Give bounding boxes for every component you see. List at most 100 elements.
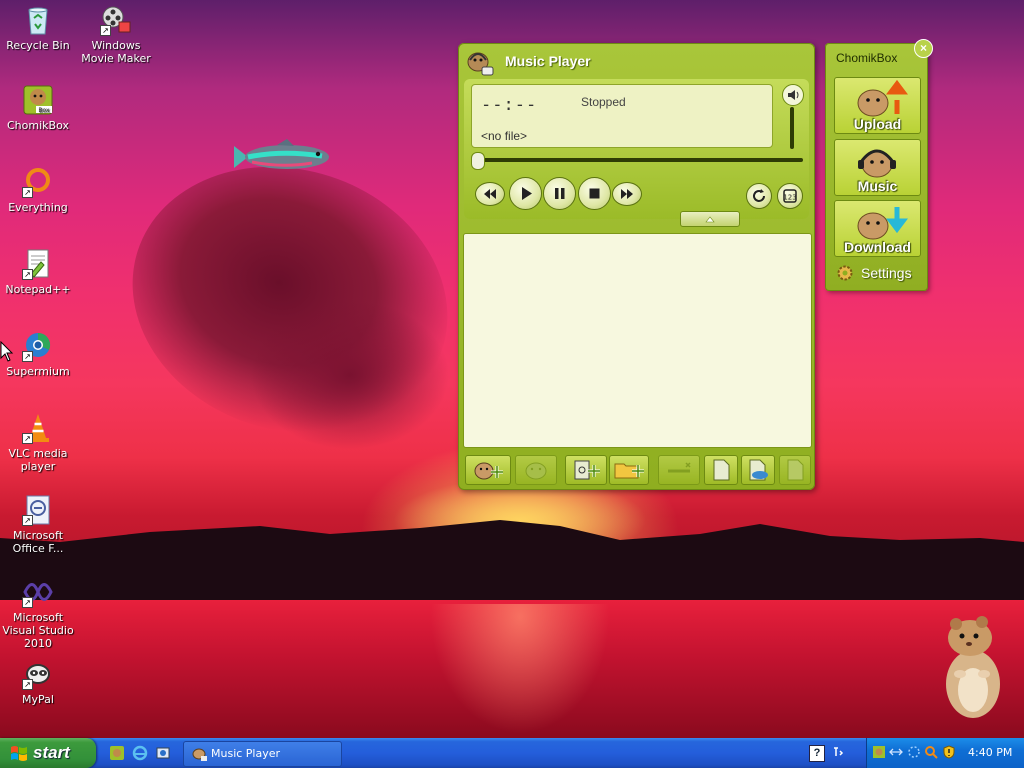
rewind-button[interactable] xyxy=(475,182,505,206)
everything-tray-icon[interactable] xyxy=(924,745,938,759)
vlc-cone-icon: ↗ xyxy=(22,412,54,444)
desktop-icon-mypal[interactable]: ↗ MyPal xyxy=(0,658,76,706)
upload-button[interactable]: Upload xyxy=(834,77,921,134)
desktop-icon-vlc[interactable]: ↗ VLC media player xyxy=(0,412,76,473)
pause-button[interactable] xyxy=(543,177,576,210)
download-button[interactable]: Download xyxy=(834,200,921,257)
fast-forward-button[interactable] xyxy=(612,182,642,206)
stop-icon xyxy=(589,188,600,199)
music-player-window[interactable]: Music Player --:-- Stopped <no file> 123 xyxy=(458,43,815,490)
taskbar-button-music-player[interactable]: Music Player xyxy=(183,741,342,767)
player-title: Music Player xyxy=(505,53,591,69)
settings-label: Settings xyxy=(861,265,912,281)
shuffle-icon: 123 xyxy=(783,189,797,203)
add-file-icon xyxy=(574,460,600,480)
task-label: Music Player xyxy=(211,747,281,760)
security-shield-icon[interactable] xyxy=(942,745,956,759)
chomikbox-icon: Box xyxy=(22,84,54,116)
chevron-up-icon xyxy=(705,216,715,223)
office-document-icon: ↗ xyxy=(22,494,54,526)
player-display-area: --:-- Stopped <no file> 123 xyxy=(464,79,809,219)
desktop-icon-everything[interactable]: ↗ Everything xyxy=(0,166,76,214)
playlist-toolbar xyxy=(458,453,815,487)
close-icon: × xyxy=(919,41,927,55)
gear-icon xyxy=(837,265,853,281)
svg-text:Box: Box xyxy=(38,107,50,114)
add-folder-button[interactable] xyxy=(609,455,649,485)
close-button[interactable]: × xyxy=(914,39,933,58)
remove-item-button[interactable] xyxy=(658,455,700,485)
desktop-icon-label: ChomikBox xyxy=(7,119,69,132)
wallpaper-cloud-2 xyxy=(250,300,450,450)
stop-button[interactable] xyxy=(578,177,611,210)
speaker-icon xyxy=(788,90,799,100)
desktop-fish-sprite xyxy=(234,139,329,169)
desktop-icon-label: Microsoft Office F... xyxy=(12,529,64,555)
playlist-panel[interactable] xyxy=(463,233,812,448)
repeat-button[interactable] xyxy=(746,183,772,209)
add-file-button[interactable] xyxy=(565,455,607,485)
time-display: --:-- xyxy=(481,95,538,115)
chomikbox-title: ChomikBox xyxy=(836,51,898,65)
chomikbox-panel[interactable]: ChomikBox × Upload Music Download Settin… xyxy=(825,39,933,291)
mypal-browser-icon: ↗ xyxy=(22,658,54,690)
volume-tray-icon[interactable] xyxy=(907,745,921,759)
language-bar-icon[interactable] xyxy=(831,745,845,759)
svg-text:123: 123 xyxy=(783,194,796,202)
repeat-icon xyxy=(753,189,765,202)
start-button[interactable]: start xyxy=(0,738,96,768)
chomik-library-button[interactable] xyxy=(515,455,557,485)
clock[interactable]: 4:40 PM xyxy=(968,746,1012,759)
chomikbox-quicklaunch-icon[interactable] xyxy=(109,745,125,761)
save-playlist-icon xyxy=(749,459,768,481)
wallpaper-mountains xyxy=(0,520,1024,610)
desktop-icon-movie-maker[interactable]: ↗ Windows Movie Maker xyxy=(78,4,154,65)
export-playlist-button[interactable] xyxy=(779,455,811,485)
network-icon[interactable] xyxy=(889,745,903,759)
windows-logo-icon xyxy=(11,746,27,761)
volume-slider[interactable] xyxy=(790,107,794,149)
save-playlist-button[interactable] xyxy=(741,455,775,485)
pause-icon xyxy=(555,188,565,199)
desktop-icon-notepad-plus-plus[interactable]: ↗ Notepad++ xyxy=(0,248,76,296)
current-file: <no file> xyxy=(481,129,528,143)
everything-search-icon: ↗ xyxy=(22,166,54,198)
chomik-player-logo-icon xyxy=(467,52,494,76)
desktop-icon-label: Windows Movie Maker xyxy=(81,39,151,65)
new-playlist-button[interactable] xyxy=(704,455,738,485)
visual-studio-icon: ↗ xyxy=(22,576,54,608)
new-document-icon xyxy=(713,459,730,481)
music-label: Music xyxy=(857,178,898,194)
collapse-playlist-button[interactable] xyxy=(680,211,740,227)
help-icon[interactable]: ? xyxy=(809,745,825,762)
player-titlebar[interactable]: Music Player xyxy=(458,43,815,79)
shuffle-button[interactable]: 123 xyxy=(777,183,803,209)
playback-status: Stopped xyxy=(581,95,626,109)
add-folder-icon xyxy=(614,463,644,479)
desktop-icon-office[interactable]: ↗ Microsoft Office F... xyxy=(0,494,76,555)
desktop-icon-recycle-bin[interactable]: Recycle Bin xyxy=(0,4,76,52)
chomikbox-tray-icon[interactable] xyxy=(872,745,886,759)
rewind-icon xyxy=(484,189,496,199)
remove-icon xyxy=(668,462,691,473)
upload-label: Upload xyxy=(853,116,902,132)
mouse-pointer-icon xyxy=(0,341,14,362)
desktop-icon-chomikbox[interactable]: Box ChomikBox xyxy=(0,84,76,132)
seek-handle[interactable] xyxy=(471,152,485,170)
desktop-icon-visual-studio[interactable]: ↗ Microsoft Visual Studio 2010 xyxy=(0,576,76,650)
hamster-library-icon xyxy=(525,462,547,480)
desktop-icon-label: Supermium xyxy=(6,365,70,378)
volume-button[interactable] xyxy=(782,84,804,106)
seek-bar[interactable] xyxy=(475,158,803,162)
desktop-icon-label: MyPal xyxy=(22,693,54,706)
add-from-chomik-button[interactable] xyxy=(465,455,511,485)
internet-explorer-icon[interactable] xyxy=(132,745,148,761)
export-icon xyxy=(787,459,804,481)
music-player-task-icon xyxy=(192,748,207,761)
music-button[interactable]: Music xyxy=(834,139,921,196)
system-tray: 4:40 PM xyxy=(866,738,1024,768)
download-label: Download xyxy=(844,239,911,255)
show-desktop-icon[interactable] xyxy=(155,745,171,761)
play-button[interactable] xyxy=(509,177,542,210)
hamster-mascot xyxy=(946,616,1000,718)
